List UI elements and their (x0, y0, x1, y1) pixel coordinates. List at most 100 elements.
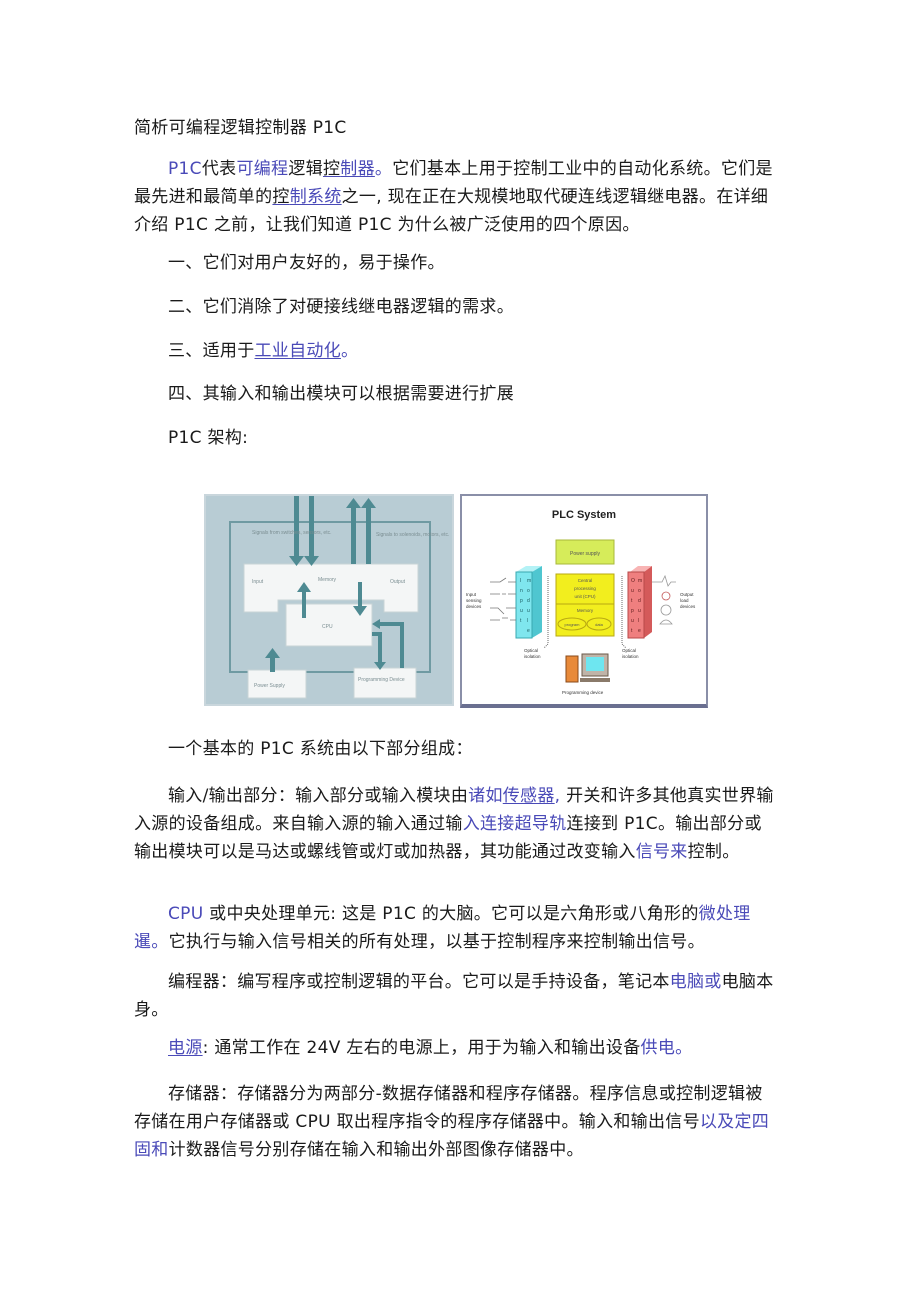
input-devices-label-3: devices (466, 604, 482, 609)
text-segment: 控制。 (687, 842, 740, 862)
text-segment: 代表 (201, 159, 237, 179)
memory-text: Memory (577, 608, 594, 613)
text-segment: 输入/输出部分：输入部分或输入模块由 (168, 786, 469, 806)
module-letter: m (638, 578, 642, 584)
cpu-label: CPU (322, 624, 333, 630)
plc-system-figure: PLC System Power supply Central processi… (460, 494, 708, 708)
programming-device-label: Programming Device (358, 677, 405, 683)
plc-architecture-figure: Signals from switches, sensors, etc. Sig… (204, 494, 454, 706)
module-letter: u (631, 618, 634, 624)
plc-system-svg: PLC System Power supply Central processi… (466, 509, 696, 695)
module-letter: O (631, 578, 635, 584)
reason-2: 二、它们消除了对硬接线继电器逻辑的需求。 (168, 297, 514, 317)
module-letter: p (631, 608, 634, 614)
inline-link[interactable]: 传感器 (503, 786, 555, 806)
module-letter: l (638, 618, 639, 624)
inline-link[interactable]: 制系统 (290, 187, 342, 207)
text-segment: 它执行与输入信号相关的所有处理，以基于控制程序来控制输出信号。 (168, 932, 705, 952)
module-letter: o (638, 588, 641, 594)
text-segment: 控 (322, 159, 341, 179)
intro-paragraph: P1C代表可编程逻辑控制器。它们基本上用于控制工业中的自动化系统。它们是最先进和… (134, 155, 774, 239)
input-switches (490, 577, 516, 621)
module-letter: I (520, 578, 521, 584)
programming-arrows (372, 622, 404, 668)
programmer-section-paragraph: 编程器：编写程序或控制逻辑的平台。它可以是手持设备，笔记本电脑或电脑本身。 (134, 968, 774, 1024)
reason-3-suffix: 。 (341, 341, 359, 361)
text-segment: 编程器：编写程序或控制逻辑的平台。它可以是手持设备，笔记本 (168, 972, 670, 992)
inline-link[interactable]: 供电。 (641, 1038, 693, 1058)
inline-link[interactable]: 电源 (168, 1038, 203, 1058)
data-text: data (595, 622, 604, 627)
inline-link[interactable]: 诸如 (468, 786, 503, 806)
optical-isolation-right-1: Optical (622, 648, 636, 653)
power-arrow (265, 648, 280, 672)
inline-link[interactable]: 入连接超导轨 (463, 814, 567, 834)
inline-link[interactable]: CPU (168, 904, 203, 924)
inline-link[interactable]: 信号来 (636, 842, 688, 862)
module-letter: d (527, 598, 530, 604)
output-label: Output (390, 579, 406, 585)
program-text: program (565, 622, 581, 627)
module-letter: e (638, 628, 641, 634)
module-letter: n (520, 588, 523, 594)
module-letter: u (638, 608, 641, 614)
cpu-text-1: Central (578, 578, 593, 583)
module-letter: d (638, 598, 641, 604)
document-title: 简析可编程逻辑控制器 P1C (134, 118, 347, 138)
inline-link[interactable]: P1C (168, 159, 202, 179)
programming-arrow-head-left (372, 619, 380, 629)
io-section-paragraph: 输入/输出部分：输入部分或输入模块由诸如传感器, 开关和许多其他真实世界输入源的… (134, 782, 774, 866)
power-supply-text: Power supply (570, 551, 601, 557)
memory-label: Memory (318, 577, 337, 583)
output-module-side (644, 566, 652, 638)
inline-link[interactable]: 。 (375, 159, 392, 179)
reason-3-prefix: 三、适用于 (168, 341, 255, 361)
industrial-automation-link[interactable]: 工业自动化 (255, 341, 342, 361)
text-segment: 或中央处理单元: 这是 P1C 的大脑。它可以是六角形或八角形的 (203, 904, 699, 924)
output-devices-label-2: load (680, 598, 689, 603)
input-devices-label-2: sensing (466, 598, 482, 603)
text-segment: 控 (272, 187, 290, 207)
optical-isolation-right-2: isolation (622, 654, 639, 659)
plc-architecture-svg: Signals from switches, sensors, etc. Sig… (229, 496, 449, 699)
text-segment: 存储器：存储器分为两部分-数据存储器和程序存储器。程序信息或控制逻辑被存储在用户… (134, 1084, 763, 1132)
programming-device-label: Programming device (562, 690, 604, 695)
input-devices-label-1: Input (466, 592, 477, 597)
programming-device-icon (565, 653, 610, 683)
power-section-paragraph: 电源: 通常工作在 24V 左右的电源上，用于为输入和输出设备供电。 (134, 1037, 774, 1059)
cpu-text-3: unit (CPU) (574, 594, 596, 599)
input-module-side (532, 566, 542, 638)
basic-system-intro: 一个基本的 P1C 系统由以下部分组成： (168, 739, 473, 759)
module-letter: u (631, 588, 634, 594)
architecture-label: P1C 架构: (168, 428, 249, 448)
text-segment: 逻辑 (288, 159, 323, 179)
output-loads (652, 574, 676, 625)
inline-link[interactable]: 制器 (340, 159, 375, 179)
module-letter: e (527, 628, 530, 634)
module-letter: p (520, 598, 523, 604)
reason-4: 四、其输入和输出模块可以根据需要进行扩展 (168, 384, 514, 404)
module-letter: l (527, 618, 528, 624)
memory-section-paragraph: 存储器：存储器分为两部分-数据存储器和程序存储器。程序信息或控制逻辑被存储在用户… (134, 1080, 774, 1164)
power-supply-label: Power Supply (254, 683, 285, 689)
optical-isolation-left-1: Optical (524, 648, 538, 653)
module-letter: u (527, 608, 530, 614)
programming-device-block (353, 667, 417, 699)
document-page: 简析可编程逻辑控制器 P1C P1C代表可编程逻辑控制器。它们基本上用于控制工业… (0, 0, 920, 1301)
plc-system-title: PLC System (552, 509, 616, 521)
module-letter: m (527, 578, 531, 584)
signals-in-label: Signals from switches, sensors, etc. (252, 530, 331, 536)
module-letter: u (520, 608, 523, 614)
reason-1: 一、它们对用户友好的，易于操作。 (168, 253, 445, 273)
output-signal-arrows (346, 498, 376, 564)
cpu-section-paragraph: CPU 或中央处理单元: 这是 P1C 的大脑。它可以是六角形或八角形的微处理暹… (134, 900, 774, 956)
inline-link[interactable]: 电脑或 (670, 972, 722, 992)
output-devices-label-3: devices (680, 604, 696, 609)
signals-out-label: Signals to solenoids, motors, etc. (376, 532, 449, 538)
module-letter: o (527, 588, 530, 594)
cpu-text-2: processing (574, 586, 596, 591)
text-segment: : 通常工作在 24V 左右的电源上，用于为输入和输出设备 (202, 1038, 641, 1058)
inline-link[interactable]: 可编程 (236, 159, 288, 179)
output-devices-label-1: Output (680, 592, 694, 597)
reason-3: 三、适用于工业自动化。 (168, 340, 808, 362)
